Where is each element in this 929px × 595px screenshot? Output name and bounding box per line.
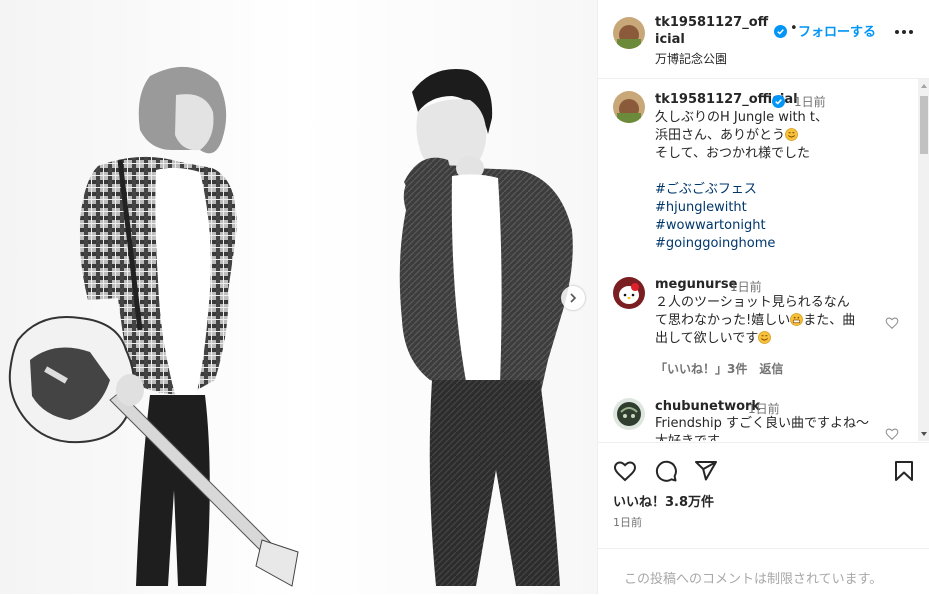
- smile-emoji-icon: [758, 331, 772, 344]
- comment-meta: 「いいね！」3件 返信: [655, 360, 795, 377]
- chevron-right-icon: [570, 293, 577, 303]
- account-name[interactable]: tk19581127_official: [655, 14, 771, 48]
- likes-count[interactable]: いいね！3.8万件: [613, 491, 714, 510]
- follow-button[interactable]: フォローする: [798, 21, 876, 40]
- caption-line: そして、おつかれ様でした: [655, 146, 810, 161]
- avatar[interactable]: [613, 398, 645, 430]
- more-options-icon[interactable]: [895, 30, 915, 36]
- reply-button[interactable]: 返信: [759, 362, 783, 376]
- post-header: tk19581127_official • フォローする 万博記念公園: [598, 0, 929, 79]
- caption-line: 久しぶりのH Jungle with t、: [655, 110, 829, 125]
- comment-likes-count[interactable]: 「いいね！」3件: [655, 362, 747, 376]
- comment-line: Friendship すごく良い曲ですよね～: [655, 416, 869, 431]
- comment-text: ２人のツーショット見られるなん て思わなかった!嬉しい また、曲 出して欲しいです: [655, 294, 877, 348]
- comments-limited-text: この投稿へのコメントは制限されています。: [624, 572, 883, 587]
- comment-line: て思わなかった!嬉しい また、曲: [655, 313, 856, 328]
- heart-icon[interactable]: [885, 316, 899, 330]
- heart-icon[interactable]: [613, 459, 637, 483]
- bookmark-icon[interactable]: [892, 459, 916, 483]
- next-image-button[interactable]: [561, 286, 585, 310]
- scroll-up-icon[interactable]: [921, 84, 927, 88]
- comment-icon[interactable]: [654, 459, 678, 483]
- caption-text: 久しぶりのH Jungle with t、 浜田さん、ありがとう そして、おつか…: [655, 109, 895, 253]
- comments-list[interactable]: tk19581127_official 1日前 久しぶりのH Jungle wi…: [598, 79, 929, 441]
- scrollbar-thumb[interactable]: [920, 96, 928, 154]
- post-date: 1日前: [613, 516, 642, 529]
- share-icon[interactable]: [694, 459, 718, 483]
- comment-line: 出して欲しいです: [655, 330, 877, 348]
- location-link[interactable]: 万博記念公園: [655, 50, 727, 67]
- avatar[interactable]: [613, 277, 645, 309]
- post-actions: いいね！3.8万件 1日前: [598, 442, 929, 549]
- grin-emoji-icon: [790, 313, 804, 326]
- comments-limited-notice: この投稿へのコメントは制限されています。: [598, 548, 929, 595]
- post-photo[interactable]: [0, 0, 597, 594]
- comment-line: 大好きです: [655, 433, 877, 441]
- avatar[interactable]: [613, 91, 645, 123]
- verified-badge-icon: [774, 25, 787, 38]
- caption-time: 1日前: [794, 95, 826, 109]
- heart-icon[interactable]: [885, 427, 899, 441]
- caption-line: 浜田さん、ありがとう: [655, 127, 895, 145]
- hashtag-link[interactable]: #hjunglewitht: [655, 199, 895, 217]
- scroll-down-icon[interactable]: [921, 432, 927, 436]
- comment-line: ２人のツーショット見られるなん: [655, 295, 850, 310]
- comment-user-name[interactable]: megunurse: [655, 277, 737, 292]
- comments-scrollbar[interactable]: [918, 79, 929, 441]
- post-side-panel: tk19581127_official • フォローする 万博記念公園 tk19…: [597, 0, 929, 594]
- avatar[interactable]: [613, 17, 645, 49]
- hashtag-link[interactable]: #ごぶごぶフェス: [655, 181, 895, 199]
- comment-text: Friendship すごく良い曲ですよね～ 大好きです: [655, 415, 877, 441]
- verified-badge-icon: [772, 95, 785, 108]
- hashtag-link[interactable]: #wowwartonight: [655, 217, 895, 235]
- hashtag-link[interactable]: #goinggoinghome: [655, 235, 895, 253]
- smile-emoji-icon: [785, 128, 798, 141]
- separator-dot: •: [790, 21, 798, 36]
- comment-user-name[interactable]: chubunetwork: [655, 399, 760, 414]
- comment-time: 1日前: [730, 280, 762, 294]
